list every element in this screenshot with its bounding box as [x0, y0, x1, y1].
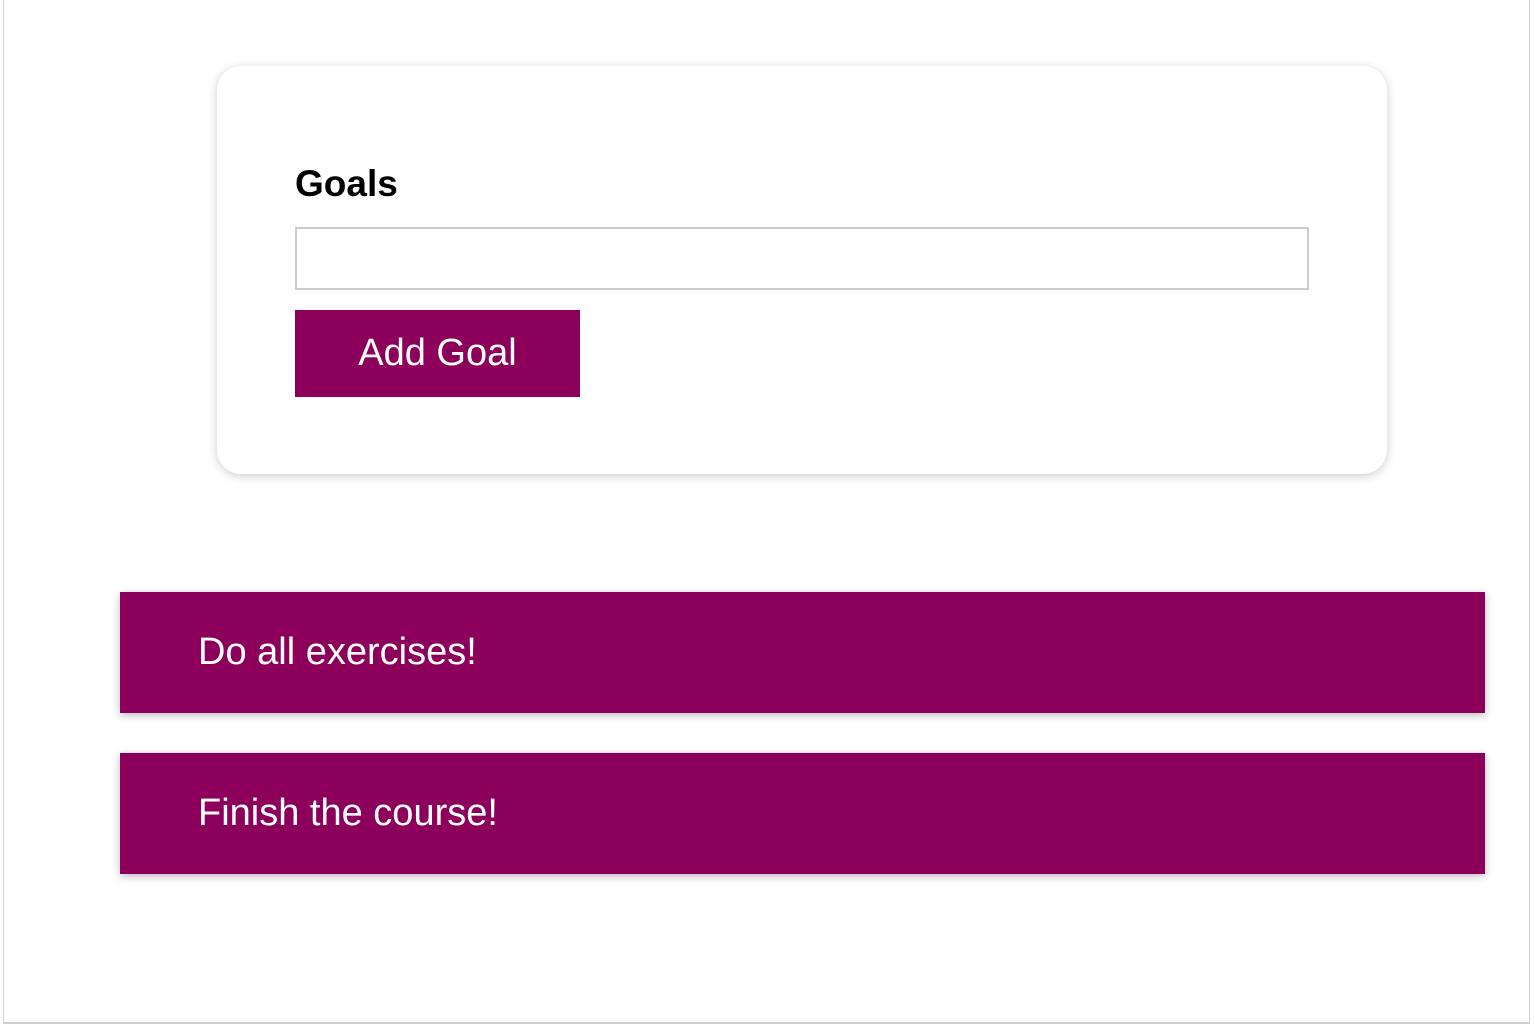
- goal-item-do-all-exercises[interactable]: Do all exercises!: [120, 592, 1485, 713]
- goal-form-card: Goals Add Goal: [217, 66, 1387, 474]
- goal-list: Do all exercises! Finish the course!: [120, 592, 1485, 914]
- add-goal-button[interactable]: Add Goal: [295, 310, 580, 397]
- goal-item-finish-the-course[interactable]: Finish the course!: [120, 753, 1485, 874]
- goal-input[interactable]: [295, 227, 1309, 290]
- goals-label: Goals: [295, 163, 398, 204]
- app-window: Goals Add Goal Do all exercises! Finish …: [3, 0, 1530, 1024]
